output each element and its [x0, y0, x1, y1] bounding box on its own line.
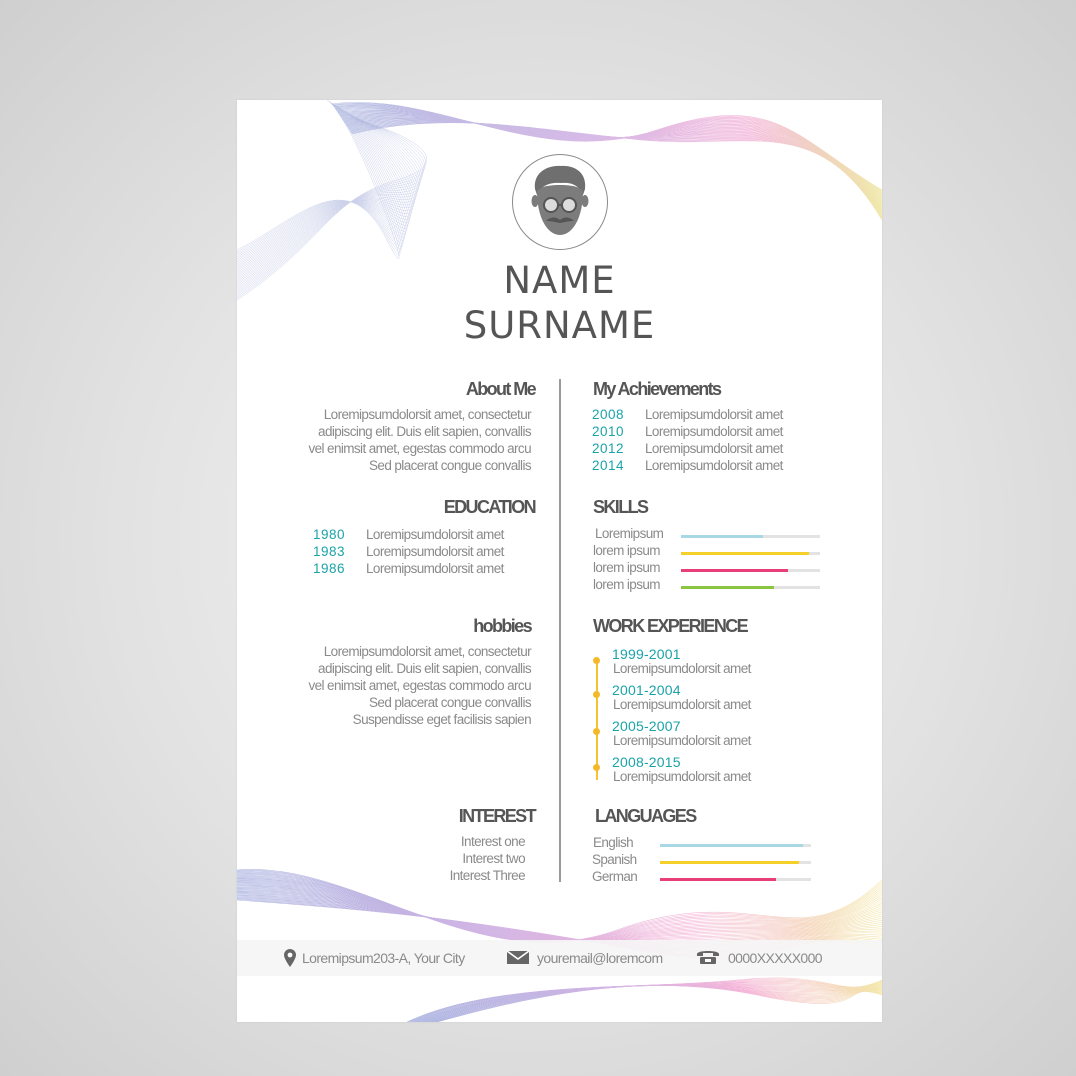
achievement-text: Loremipsumdolorsit amet — [645, 407, 783, 422]
skill-bar-fill — [681, 552, 809, 555]
education-item: 1983 Loremipsumdolorsit amet — [313, 543, 504, 560]
achievement-year: 2010 — [592, 424, 625, 439]
education-text: Loremipsumdolorsit amet — [366, 544, 504, 559]
work-heading: WORK EXPERIENCE — [593, 616, 749, 636]
telephone-icon — [697, 951, 719, 964]
first-name: NAME — [503, 259, 616, 302]
work-years: 2001-2004 — [612, 682, 681, 698]
language-label: English — [593, 835, 634, 850]
language-bar — [660, 861, 811, 864]
achievement-year: 2008 — [592, 407, 625, 422]
achievement-text: Loremipsumdolorsit amet — [645, 424, 783, 439]
achievement-item: 2012 Loremipsumdolorsit amet — [592, 440, 783, 457]
education-heading: EDUCATION — [443, 497, 537, 517]
language-bar — [660, 844, 811, 847]
hobbies-line: vel enimsit amet, egestas commodo arcu — [308, 678, 531, 693]
contact-phone: 0000XXXXX000 — [728, 950, 823, 966]
hobbies-line: Suspendisse eget facilisis sapien — [352, 712, 532, 727]
education-item: 1980 Loremipsumdolorsit amet — [313, 526, 504, 543]
about-line: adipiscing elit. Duis elit sapien, conva… — [318, 424, 532, 439]
skill-label: lorem ipsum — [593, 577, 661, 592]
about-line: Sed placerat congue convallis — [369, 458, 532, 473]
skill-label: Loremipsum — [595, 526, 664, 541]
timeline-dot — [593, 657, 600, 664]
hobbies-heading: hobbies — [473, 616, 532, 636]
hobbies-line: Sed placerat congue convallis — [369, 695, 532, 710]
work-text: Loremipsumdolorsit amet — [613, 661, 751, 676]
language-label: Spanish — [592, 852, 637, 867]
skill-bar-fill — [681, 535, 763, 538]
hobbies-text: Loremipsumdolorsit amet, consectetur adi… — [308, 643, 531, 728]
work-years: 2008-2015 — [612, 754, 681, 770]
achievement-item: 2014 Loremipsumdolorsit amet — [592, 457, 783, 474]
man-with-glasses-icon — [531, 165, 589, 235]
skill-bar — [681, 569, 820, 572]
skill-bar-fill — [681, 569, 789, 572]
language-bar — [660, 878, 811, 881]
interest-list: Interest one Interest two Interest Three — [449, 833, 526, 884]
skill-bar-fill — [681, 586, 775, 589]
language-bar-fill — [660, 861, 799, 864]
interest-heading: INTEREST — [458, 806, 537, 826]
timeline-dot — [593, 764, 600, 771]
skills-heading: SKILLS — [593, 497, 649, 517]
timeline-dot — [593, 728, 600, 735]
achievement-item: 2008 Loremipsumdolorsit amet — [592, 406, 783, 423]
contact-address: Loremipsum203-A, Your City — [302, 950, 465, 966]
interest-item: Interest one — [460, 834, 526, 849]
avatar — [512, 154, 608, 250]
interest-item: Interest Three — [449, 868, 526, 883]
skill-label: lorem ipsum — [593, 543, 661, 558]
about-heading: About Me — [465, 379, 537, 399]
resume-page: NAME SURNAME About Me Loremipsumdolorsit… — [237, 100, 882, 1022]
languages-heading: LANGUAGES — [595, 806, 697, 826]
achievement-year: 2014 — [592, 458, 625, 473]
envelope-icon — [507, 951, 529, 964]
achievements-heading: My Achievements — [593, 379, 722, 399]
education-year: 1980 — [313, 527, 346, 542]
skill-bar — [681, 586, 820, 589]
about-text: Loremipsumdolorsit amet, consectetur adi… — [308, 406, 531, 474]
hobbies-line: adipiscing elit. Duis elit sapien, conva… — [318, 661, 532, 676]
language-bar-fill — [660, 878, 777, 881]
education-year: 1983 — [313, 544, 346, 559]
achievement-item: 2010 Loremipsumdolorsit amet — [592, 423, 783, 440]
work-text: Loremipsumdolorsit amet — [613, 733, 751, 748]
interest-item: Interest two — [462, 851, 525, 866]
column-divider — [559, 379, 561, 882]
achievement-text: Loremipsumdolorsit amet — [645, 458, 783, 473]
skill-bar — [681, 552, 820, 555]
skill-label: lorem ipsum — [593, 560, 661, 575]
last-name: SURNAME — [463, 304, 656, 347]
about-line: vel enimsit amet, egestas commodo arcu — [308, 441, 531, 456]
achievement-year: 2012 — [592, 441, 625, 456]
hobbies-line: Loremipsumdolorsit amet, consectetur — [323, 644, 532, 659]
location-pin-icon — [284, 949, 296, 967]
contact-email[interactable]: youremail@loremcom — [537, 950, 663, 967]
language-label: German — [592, 869, 638, 884]
work-years: 2005-2007 — [612, 718, 681, 734]
education-text: Loremipsumdolorsit amet — [366, 561, 504, 576]
achievement-text: Loremipsumdolorsit amet — [645, 441, 783, 456]
work-text: Loremipsumdolorsit amet — [613, 769, 751, 784]
timeline-dot — [593, 691, 600, 698]
education-year: 1986 — [313, 561, 346, 576]
language-bar-fill — [660, 844, 804, 847]
work-years: 1999-2001 — [612, 646, 681, 662]
skill-bar — [681, 535, 820, 538]
work-text: Loremipsumdolorsit amet — [613, 697, 751, 712]
about-line: Loremipsumdolorsit amet, consectetur — [323, 407, 532, 422]
timeline-line — [596, 660, 598, 780]
education-item: 1986 Loremipsumdolorsit amet — [313, 560, 504, 577]
education-text: Loremipsumdolorsit amet — [366, 527, 504, 542]
